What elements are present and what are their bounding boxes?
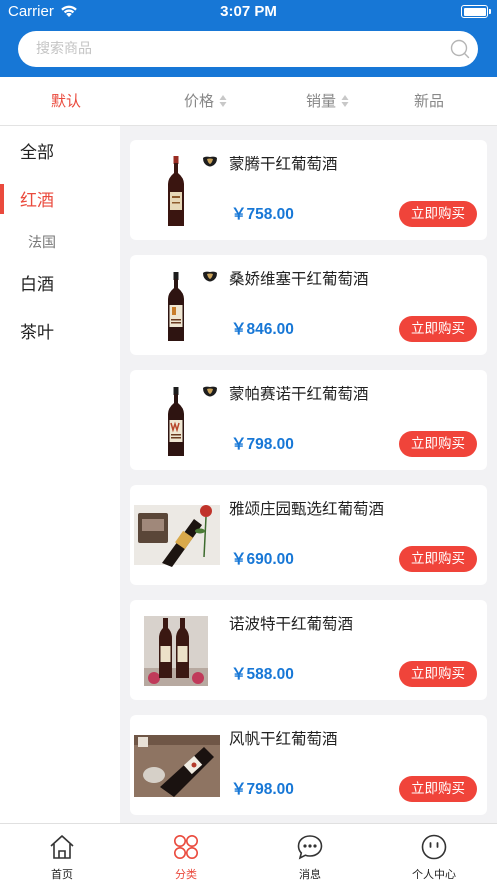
product-image [134, 612, 220, 686]
product-price: ￥798.00 [231, 781, 294, 798]
product-price: ￥798.00 [231, 436, 294, 453]
category-icon [174, 835, 198, 859]
sort-sales-tab[interactable]: 销量 [306, 77, 349, 125]
product-name[interactable]: 雅颂庄园甄选红葡萄酒 [229, 497, 384, 519]
tab-label: 首页 [51, 868, 73, 881]
search-bar[interactable] [18, 31, 478, 67]
sort-new-tab[interactable]: 新品 [414, 77, 444, 125]
product-name[interactable]: 风帆干红葡萄酒 [229, 727, 338, 749]
sort-new-label: 新品 [414, 92, 445, 110]
buy-now-button[interactable]: 立即购买 [399, 776, 477, 802]
bottom-tab-bar: 首页 分类 消息 个人中心 [0, 823, 497, 883]
category-sidebar: 全部 红酒 法国 白酒 茶叶 [0, 126, 120, 823]
home-icon [50, 835, 74, 859]
tab-label: 个人中心 [412, 868, 456, 881]
sort-sales-label: 销量 [306, 92, 337, 110]
product-price: ￥758.00 [231, 206, 294, 223]
sidebar-item-label: 白酒 [20, 275, 54, 295]
brand-badge-icon [203, 386, 217, 397]
sidebar-item-all[interactable]: 全部 [0, 126, 120, 174]
sort-bar: 默认 价格 销量 新品 [0, 77, 497, 126]
buy-now-button[interactable]: 立即购买 [399, 431, 477, 457]
product-list[interactable]: 蒙腾干红葡萄酒 ￥758.00 立即购买 桑娇维塞干红葡萄酒 ￥846.00 立… [120, 126, 497, 823]
tab-home[interactable]: 首页 [0, 824, 124, 883]
sort-default-label: 默认 [51, 92, 82, 110]
product-image [134, 727, 220, 801]
sidebar-item-label: 茶叶 [20, 323, 54, 343]
tab-label: 消息 [299, 868, 321, 881]
product-name[interactable]: 诺波特干红葡萄酒 [229, 612, 353, 634]
product-image [134, 497, 220, 571]
status-bar: Carrier 3:07 PM [0, 0, 497, 26]
buy-now-button[interactable]: 立即购买 [399, 316, 477, 342]
status-time: 3:07 PM [220, 3, 277, 20]
sort-arrows-icon [341, 94, 349, 107]
sidebar-item-red-wine[interactable]: 红酒 [0, 174, 120, 222]
search-input[interactable] [36, 31, 436, 67]
message-icon [297, 835, 323, 860]
tab-label: 分类 [175, 868, 197, 881]
product-card[interactable]: 桑娇维塞干红葡萄酒 ￥846.00 立即购买 [130, 255, 487, 355]
sidebar-subitem-france[interactable]: 法国 [28, 232, 56, 252]
product-price: ￥846.00 [231, 321, 294, 338]
sort-default-tab[interactable]: 默认 [51, 77, 81, 125]
sidebar-item-tea[interactable]: 茶叶 [0, 306, 120, 354]
sidebar-item-label: 红酒 [20, 191, 54, 211]
product-card[interactable]: 蒙帕赛诺干红葡萄酒 ￥798.00 立即购买 [130, 370, 487, 470]
product-name[interactable]: 蒙腾干红葡萄酒 [229, 152, 338, 174]
buy-now-button[interactable]: 立即购买 [399, 661, 477, 687]
product-price: ￥690.00 [231, 551, 294, 568]
product-card[interactable]: 风帆干红葡萄酒 ￥798.00 立即购买 [130, 715, 487, 815]
buy-now-button[interactable]: 立即购买 [399, 546, 477, 572]
tab-profile[interactable]: 个人中心 [372, 824, 496, 883]
sort-arrows-icon [219, 94, 227, 107]
smiley-user-icon [421, 834, 447, 860]
sort-price-tab[interactable]: 价格 [184, 77, 227, 125]
sort-price-label: 价格 [184, 92, 215, 110]
product-price: ￥588.00 [231, 666, 294, 683]
product-name[interactable]: 蒙帕赛诺干红葡萄酒 [229, 382, 369, 404]
product-name[interactable]: 桑娇维塞干红葡萄酒 [229, 267, 369, 289]
sidebar-item-baijiu[interactable]: 白酒 [0, 258, 120, 306]
sidebar-item-label: 全部 [20, 143, 54, 163]
product-card[interactable]: 雅颂庄园甄选红葡萄酒 ￥690.00 立即购买 [130, 485, 487, 585]
tab-messages[interactable]: 消息 [248, 824, 372, 883]
tab-category[interactable]: 分类 [124, 824, 248, 883]
app-header: Carrier 3:07 PM [0, 0, 497, 77]
product-card[interactable]: 诺波特干红葡萄酒 ￥588.00 立即购买 [130, 600, 487, 700]
search-icon[interactable] [450, 39, 470, 59]
brand-badge-icon [203, 156, 217, 167]
brand-badge-icon [203, 271, 217, 282]
product-card[interactable]: 蒙腾干红葡萄酒 ￥758.00 立即购买 [130, 140, 487, 240]
buy-now-button[interactable]: 立即购买 [399, 201, 477, 227]
battery-icon [461, 5, 491, 18]
